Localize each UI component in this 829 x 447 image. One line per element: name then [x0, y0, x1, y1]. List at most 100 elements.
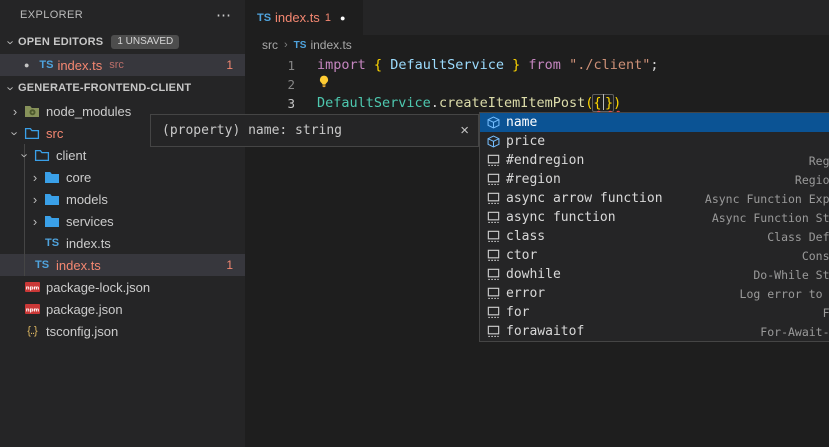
npm-icon: npm — [22, 282, 42, 292]
suggestion-detail: Do-While Statement — [753, 268, 829, 282]
json-braces-icon: {..} — [22, 325, 42, 337]
tree-item-label: src — [46, 126, 63, 141]
code-token: { — [374, 57, 382, 73]
code-token: createItemItemPost — [439, 95, 585, 111]
chevron-right-icon[interactable]: › — [8, 105, 22, 118]
project-name-label: GENERATE-FRONTEND-CLIENT — [18, 82, 191, 94]
open-editors-label: OPEN EDITORS — [18, 36, 103, 48]
code-token: ) — [613, 95, 621, 111]
project-section-header[interactable]: › GENERATE-FRONTEND-CLIENT — [0, 76, 245, 100]
suggestion-price[interactable]: price — [480, 132, 829, 151]
open-editor-filename: index.ts — [57, 58, 102, 73]
suggestion-async-function[interactable]: async functionAsync Function Statement — [480, 208, 829, 227]
code-token: } — [605, 95, 613, 111]
code-token: DefaultService — [390, 57, 504, 73]
suggestion-forawaitof[interactable]: forawaitofFor-Await-Of Loop — [480, 322, 829, 341]
tree-item-core[interactable]: ›core — [0, 166, 245, 188]
suggestion-for[interactable]: forFor Loop — [480, 303, 829, 322]
open-editors-section-header[interactable]: › OPEN EDITORS 1 UNSAVED — [0, 30, 245, 54]
breadcrumb: src › TS index.ts — [245, 35, 829, 55]
breadcrumb-item-file[interactable]: index.ts — [310, 38, 351, 52]
tab-bar: TS index.ts 1 ● — [245, 0, 829, 35]
modified-dot-icon: ● — [24, 60, 29, 70]
suggestion-dowhile[interactable]: dowhile Do-While Statement — [480, 265, 829, 284]
suggestion-label: dowhile — [506, 267, 561, 282]
intellisense-suggest-widget: name price #endregionRegion End#regionRegi… — [479, 112, 829, 342]
suggestion--endregion[interactable]: #endregionRegion End — [480, 151, 829, 170]
code-line-3[interactable]: 3DefaultService.createItemItemPost({}) — [245, 94, 829, 113]
lightbulb-icon[interactable] — [317, 74, 331, 88]
line-content: DefaultService.createItemItemPost({}) — [317, 94, 621, 113]
chevron-down-icon: › — [5, 35, 18, 49]
tree-item-package-lock-json[interactable]: npmpackage-lock.json — [0, 276, 245, 298]
symbol-snippet-icon — [485, 172, 501, 188]
suggestion-detail: Constructor — [802, 249, 829, 263]
indent-guide — [24, 144, 25, 276]
vscode-window: { "colors": { "sidebar_bg": "#252526", "… — [0, 0, 829, 447]
explorer-title: EXPLORER — [20, 9, 216, 21]
close-icon[interactable]: × — [460, 123, 469, 138]
suggestion-label: price — [506, 134, 545, 149]
suggestion--region[interactable]: #regionRegion Start — [480, 170, 829, 189]
tab-index-ts[interactable]: TS index.ts 1 ● — [245, 0, 363, 35]
suggest-details-tooltip: (property) name: string × — [150, 114, 479, 147]
chevron-right-icon[interactable]: › — [28, 193, 42, 206]
code-line-1[interactable]: 1import { DefaultService } from "./clien… — [245, 56, 829, 75]
symbol-snippet-icon — [485, 191, 501, 207]
symbol-snippet-icon — [485, 248, 501, 264]
typescript-file-icon: TS — [32, 259, 52, 271]
symbol-snippet-icon — [485, 305, 501, 321]
chevron-down-icon[interactable]: › — [19, 148, 32, 162]
suggestion-label: name — [506, 115, 537, 130]
tree-item-label: package.json — [46, 302, 123, 317]
folder-icon — [42, 214, 62, 228]
suggestion-class[interactable]: classClass Definition — [480, 227, 829, 246]
code-line-2[interactable]: 2 — [245, 75, 829, 94]
line-number: 2 — [245, 75, 295, 94]
code-token: "./client" — [569, 57, 650, 73]
code-token — [561, 57, 569, 73]
tree-item-tsconfig-json[interactable]: {..}tsconfig.json — [0, 320, 245, 342]
error-count-badge: 1 — [226, 258, 233, 272]
suggestion-error[interactable]: errorLog error to console — [480, 284, 829, 303]
chevron-right-icon[interactable]: › — [28, 215, 42, 228]
tree-item-package-json[interactable]: npm package.json — [0, 298, 245, 320]
tree-item-services[interactable]: › services — [0, 210, 245, 232]
code-token: . — [431, 95, 439, 111]
suggestion-ctor[interactable]: ctorConstructor — [480, 246, 829, 265]
tree-item-index-ts[interactable]: TSindex.ts — [0, 232, 245, 254]
tree-item-label: services — [66, 214, 114, 229]
open-editor-item-index-ts[interactable]: ● TS index.ts src 1 — [0, 54, 245, 76]
chevron-down-icon[interactable]: › — [9, 126, 22, 140]
tree-item-models[interactable]: › models — [0, 188, 245, 210]
tree-item-label: models — [66, 192, 108, 207]
symbol-snippet-icon — [485, 286, 501, 302]
suggestion-detail: For-Await-Of Loop — [760, 325, 829, 339]
symbol-field-icon — [485, 134, 501, 150]
tab-error-count: 1 — [325, 12, 331, 24]
breadcrumb-separator: › — [284, 39, 288, 51]
tree-item-label: index.ts — [66, 236, 111, 251]
suggestion-detail: Class Definition — [767, 230, 829, 244]
suggestion-name[interactable]: name — [480, 113, 829, 132]
more-actions-icon[interactable]: ⋯ — [216, 6, 231, 24]
code-editor[interactable]: 1import { DefaultService } from "./clien… — [245, 55, 829, 113]
unsaved-badge: 1 UNSAVED — [111, 35, 179, 49]
open-editor-description: src — [109, 59, 124, 71]
svg-text:npm: npm — [25, 308, 39, 314]
code-token: from — [528, 57, 561, 73]
line-content — [317, 74, 331, 95]
code-token: ; — [650, 57, 658, 73]
symbol-snippet-icon — [485, 324, 501, 340]
tree-item-index-ts[interactable]: TSindex.ts1 — [0, 254, 245, 276]
breadcrumb-item-src[interactable]: src — [262, 38, 278, 52]
chevron-right-icon[interactable]: › — [28, 171, 42, 184]
typescript-file-icon: TS — [254, 12, 274, 24]
modified-dot-icon[interactable]: ● — [340, 13, 345, 23]
tree-item-client[interactable]: ›client — [0, 144, 245, 166]
code-token: { — [593, 95, 601, 111]
suggestion-label: #endregion — [506, 153, 584, 168]
suggest-details-text: (property) name: string — [162, 123, 460, 138]
suggestion-label: error — [506, 286, 545, 301]
suggestion-async-arrow-function[interactable]: async arrow functionAsync Function Expre… — [480, 189, 829, 208]
